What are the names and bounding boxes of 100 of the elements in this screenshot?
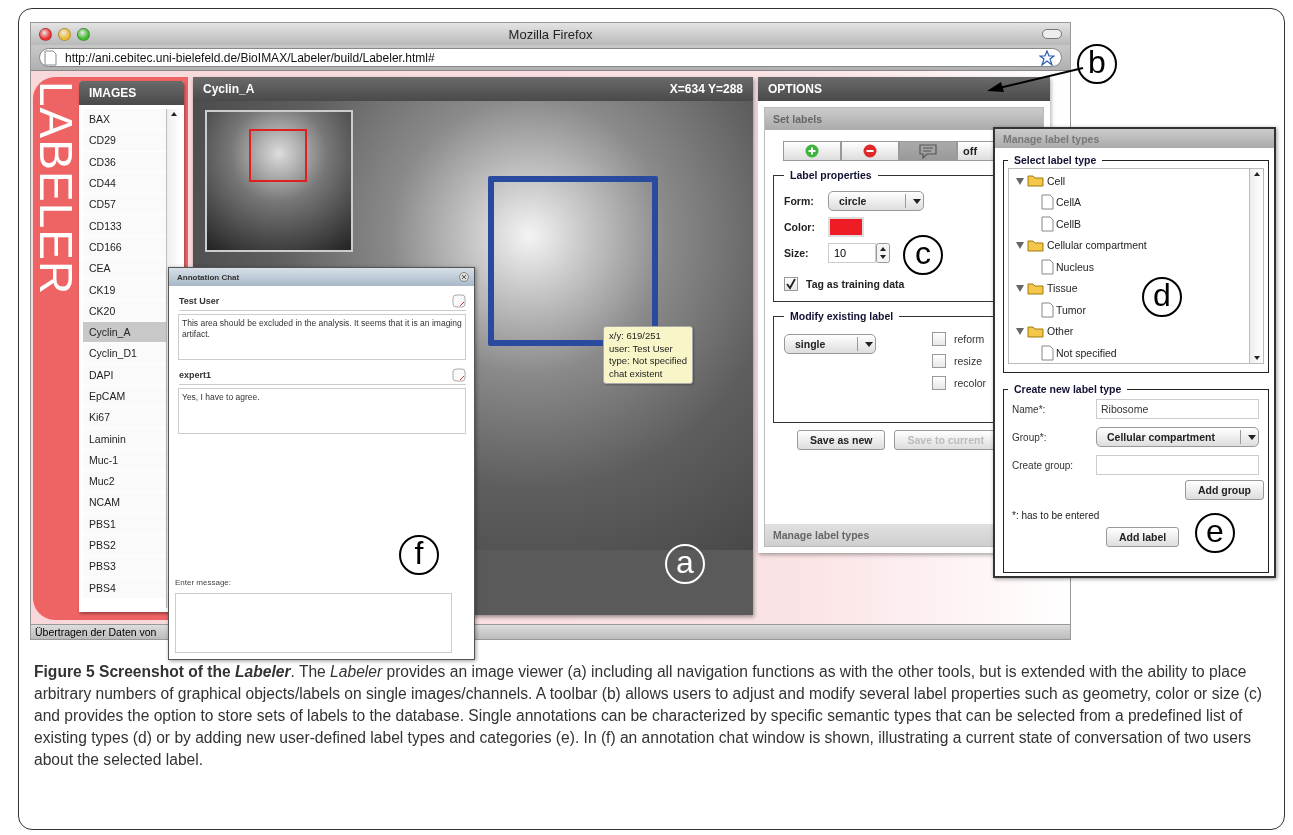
image-list-item[interactable]: CK20 (83, 300, 166, 322)
image-list-item[interactable]: CD57 (83, 194, 166, 216)
callout-letter: e (1195, 513, 1235, 553)
caret-icon (857, 337, 875, 351)
image-list-item[interactable]: CD44 (83, 172, 166, 195)
remove-icon (863, 144, 877, 158)
tree-item[interactable]: Other (1047, 325, 1074, 337)
checkbox[interactable] (932, 332, 946, 346)
folder-icon (1027, 174, 1045, 187)
tooltip: x/y: 619/251 user: Test User type: Not specified chat existent (603, 326, 694, 384)
url-text: http://ani.cebitec.uni-bielefeld.de/BioIMAX/Labeler/build/Labeler.html# (65, 50, 436, 65)
message-input[interactable] (175, 593, 452, 653)
status-text: Übertragen der Daten von (35, 626, 157, 638)
field-label: Color: (784, 221, 816, 233)
tree-item[interactable]: Tumor (1056, 303, 1086, 316)
document-icon (1041, 301, 1054, 318)
field-label: Create group: (1011, 459, 1075, 471)
checkbox[interactable] (932, 354, 946, 368)
zoom-button[interactable] (77, 27, 90, 41)
cursor-coordinates: X=634 Y=288 (669, 82, 743, 96)
triangle-icon[interactable] (1015, 283, 1025, 293)
spinner-icon[interactable] (876, 243, 890, 263)
folder-icon (1027, 324, 1045, 338)
image-list-item[interactable]: Muc-1 (83, 449, 166, 472)
tree-item[interactable]: Nucleus (1056, 260, 1094, 273)
document-icon (1041, 344, 1054, 361)
note-icon[interactable] (452, 368, 466, 382)
image-list-item[interactable]: DAPI (83, 364, 166, 386)
field-label: Size: (784, 247, 810, 259)
tree-item[interactable]: Cellular compartment (1047, 239, 1147, 251)
image-list-item[interactable]: Ki67 (83, 407, 166, 429)
thumbnail-placeholder[interactable] (205, 110, 353, 252)
image-list-item[interactable]: PBS3 (83, 556, 166, 578)
figure-caption: Figure 5 Screenshot of the Labeler. The Labeler provides an image viewer (a) including all navigation functions as with the other tools, but is extended with the ability to place arbitrary numbers of graphical objects/labels on single images/channels. A toolbar (b) allows users to adjust and modify several label properties such as geometry, color or size (c) and provides the option to store sets of labels to the database. Single annotations can be characterized by specific semantic types that can be selected from a predefined list of existing types (d) or by adding new user-defined label types and categories (e). In (f) an annotation chat window is shown, illustrating a current state of conversation of two users about the selected label. (34, 662, 1263, 770)
color-swatch[interactable] (828, 217, 864, 237)
required-note: *: has to be entered (1012, 510, 1101, 521)
tree-item[interactable]: CellB (1056, 217, 1082, 230)
image-list-item[interactable]: CD133 (83, 215, 166, 237)
group-legend: Modify existing label (784, 310, 900, 322)
app-logo: LABELER (33, 81, 79, 298)
image-list-item[interactable]: CD166 (83, 236, 166, 259)
checkbox-label: reform (954, 333, 985, 345)
image-list-item[interactable]: EpCAM (83, 385, 166, 408)
triangle-icon[interactable] (1015, 326, 1025, 336)
form-dropdown[interactable]: circle (828, 191, 924, 211)
image-list-item[interactable]: BAX (83, 109, 166, 131)
note-icon[interactable] (452, 294, 466, 308)
tree-item[interactable]: Tissue (1047, 282, 1078, 294)
image-list-item[interactable]: Cyclin_A (83, 321, 166, 344)
chat-title: Annotation Chat (177, 272, 240, 282)
panel-title: IMAGES (79, 81, 184, 105)
close-icon[interactable] (459, 272, 469, 282)
image-list-item[interactable]: PBS1 (83, 513, 166, 535)
chat-user-name: Test User (179, 296, 220, 306)
image-list-item[interactable]: CEA (83, 258, 166, 280)
tree-item[interactable]: CellA (1056, 196, 1082, 208)
group-name-field[interactable] (1096, 455, 1259, 475)
image-list-item[interactable]: NCAM (83, 492, 166, 514)
field-label: Group*: (1011, 431, 1048, 443)
add-icon (805, 144, 819, 158)
triangle-icon[interactable] (1015, 175, 1025, 186)
field-label: Form: (784, 195, 815, 207)
image-list-item[interactable]: CD29 (83, 130, 166, 152)
name-field[interactable]: Ribosome (1096, 399, 1259, 419)
image-list-item[interactable]: PBS2 (83, 534, 166, 557)
scrollbar[interactable] (1249, 169, 1263, 363)
image-list-item[interactable]: PBS4 (83, 577, 166, 599)
folder-icon (1027, 238, 1045, 252)
folder-icon (1027, 281, 1045, 295)
image-list-item[interactable]: Cyclin_D1 (83, 343, 166, 365)
star-icon[interactable] (1039, 49, 1055, 66)
image-list-item[interactable]: CD36 (83, 151, 166, 173)
message-label: Enter message: (175, 578, 233, 587)
checkbox[interactable] (784, 277, 798, 291)
group-dropdown[interactable]: Cellular compartment (1096, 427, 1259, 447)
document-icon (1041, 258, 1054, 275)
chat-user-name: expert1 (179, 370, 212, 380)
toolbar-toggle-button[interactable] (1042, 29, 1062, 39)
image-list-item[interactable]: CK19 (83, 279, 166, 301)
toolbar-button[interactable] (783, 141, 841, 161)
callout-letter: a (665, 544, 705, 584)
group-legend: Create new label type (1008, 383, 1128, 395)
chat-message: Yes, I have to agree. (178, 388, 466, 434)
tree-item[interactable]: Not specified (1056, 346, 1117, 359)
checkbox[interactable] (932, 376, 946, 390)
tree-item[interactable]: Cell (1047, 174, 1066, 187)
save-button[interactable]: Save as new (797, 430, 886, 450)
add-group-button[interactable]: Add group (1184, 480, 1264, 500)
image-list-item[interactable]: Muc2 (83, 471, 166, 493)
url-field[interactable]: http://ani.cebitec.uni-bielefeld.de/BioIMAX/Labeler/build/Labeler.html# (39, 48, 1062, 67)
triangle-icon[interactable] (1015, 240, 1025, 250)
callout-letter: f (399, 535, 439, 575)
image-list-item[interactable]: Laminin (83, 428, 166, 450)
size-field[interactable]: 10 (828, 243, 876, 263)
caret-icon (1240, 430, 1258, 444)
mode-dropdown[interactable]: single (784, 334, 876, 354)
close-button[interactable] (39, 27, 52, 41)
add-label-button[interactable]: Add label (1106, 527, 1180, 547)
toolbar-button[interactable] (841, 141, 899, 161)
image-title: Cyclin_A (203, 82, 255, 96)
